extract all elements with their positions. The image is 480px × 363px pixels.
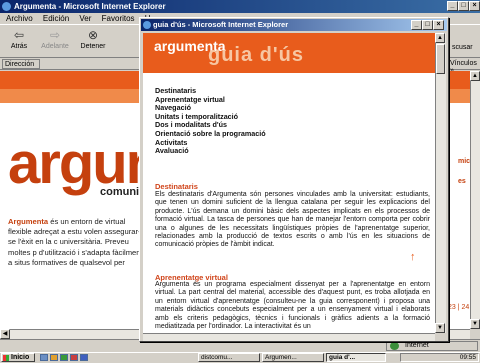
right-snippet-1: mic [458, 158, 471, 165]
popup-scroll-thumb[interactable] [436, 44, 445, 74]
status-zone-label: Internet [405, 342, 429, 349]
back-to-top-arrow-icon[interactable]: ↑ [410, 251, 416, 263]
popup-window-title: guia d'ús - Microsoft Internet Explorer [153, 20, 289, 29]
menu-archivo[interactable]: Archivo [6, 14, 33, 23]
brand-name: Argumenta [8, 217, 49, 226]
index-link-avaluacio[interactable]: Avaluació [155, 147, 266, 156]
address-label: Dirección [2, 59, 40, 69]
ie-logo-icon [143, 21, 151, 29]
menu-favoritos[interactable]: Favoritos [102, 14, 135, 23]
scroll-down-button[interactable]: ▼ [470, 319, 480, 329]
quicklaunch-icon[interactable] [70, 354, 78, 361]
quicklaunch-icon[interactable] [60, 354, 68, 361]
menu-ver[interactable]: Ver [79, 14, 91, 23]
right-snippet-2: es [458, 178, 466, 185]
status-zone: Internet [386, 341, 478, 351]
system-tray: 09:55 [400, 353, 479, 362]
minimize-button[interactable]: _ [447, 1, 458, 11]
background-window-titlebar[interactable]: Argumenta - Microsoft Internet Explorer [0, 0, 480, 13]
stop-icon: ⊗ [87, 28, 99, 42]
ie-logo-icon [2, 2, 11, 11]
taskbar-item-distcomu[interactable]: distcomu... [198, 353, 260, 362]
background-window-title: Argumenta - Microsoft Internet Explorer [14, 2, 166, 11]
taskbar-item-guia[interactable]: guia d'... [326, 353, 386, 362]
popup-horizontal-scrollbar[interactable] [143, 333, 435, 341]
banner-title: guia d'ús [208, 44, 304, 66]
popup-maximize-button[interactable]: □ [422, 20, 433, 30]
section-destinataris-heading: Destinataris [155, 182, 198, 191]
popup-close-button[interactable]: × [433, 20, 444, 30]
section-aprenentatge-text: Argumenta és un programa especialment di… [155, 281, 430, 331]
windows-logo-icon [3, 355, 9, 361]
quicklaunch-icon[interactable] [40, 354, 48, 361]
background-intro-text: Argumenta és un entorn de virtual flexib… [8, 217, 148, 268]
background-vertical-scrollbar[interactable] [470, 71, 480, 329]
back-button[interactable]: ⇦ Atrás [4, 27, 34, 57]
internet-globe-icon [390, 342, 399, 350]
stop-button[interactable]: ⊗ Detener [78, 27, 108, 57]
menu-edicion[interactable]: Edición [43, 14, 69, 23]
quicklaunch-icon[interactable] [80, 354, 88, 361]
scroll-left-button[interactable]: ◀ [0, 329, 10, 339]
forward-arrow-icon: ⇨ [49, 28, 61, 42]
guide-index-menu: Destinataris Aprenentatge virtual Navega… [155, 86, 266, 156]
toolbar-right-label[interactable]: scusar [452, 44, 473, 51]
popup-minimize-button[interactable]: _ [411, 20, 422, 30]
forward-button[interactable]: ⇨ Adelante [40, 27, 70, 57]
popup-window-titlebar[interactable]: guia d'ús - Microsoft Internet Explorer [141, 19, 447, 31]
section-destinataris-text: Els destinataris d'Argumenta són persone… [155, 191, 430, 249]
maximize-button[interactable]: □ [458, 1, 469, 11]
argumenta-logo-subtitle: comuni [100, 186, 140, 198]
scroll-up-button[interactable]: ▲ [470, 71, 480, 81]
popup-scroll-down-button[interactable]: ▼ [435, 323, 445, 333]
taskbar-item-argumenta[interactable]: Argumen... [262, 353, 324, 362]
back-arrow-icon: ⇦ [13, 28, 25, 42]
quicklaunch-icon[interactable] [50, 354, 58, 361]
popup-scroll-up-button[interactable]: ▲ [435, 33, 445, 43]
clock: 09:55 [459, 354, 476, 361]
close-button[interactable]: × [469, 1, 480, 11]
start-button[interactable]: Inicio [1, 353, 35, 362]
popup-vertical-scrollbar[interactable] [435, 33, 446, 333]
